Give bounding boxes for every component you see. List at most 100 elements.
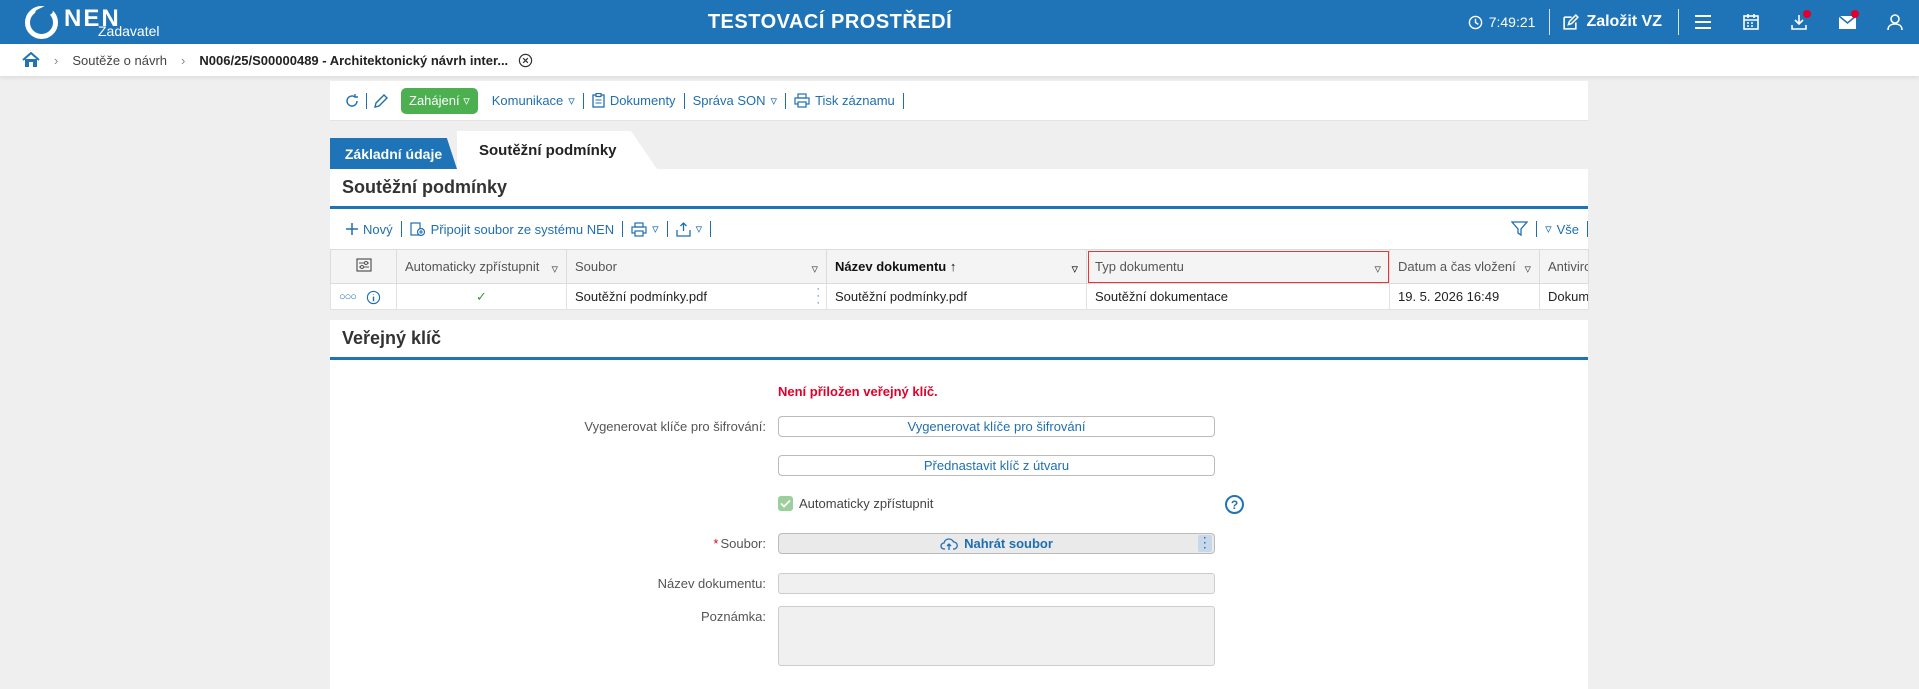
home-icon[interactable]	[22, 52, 40, 68]
column-label: Antiviro	[1548, 259, 1589, 274]
print-record-label: Tisk záznamu	[815, 93, 895, 108]
documents-button[interactable]: Dokumenty	[584, 93, 684, 108]
help-icon[interactable]: ?	[1225, 495, 1244, 514]
triangle-down-icon[interactable]: ▿	[1374, 261, 1381, 277]
messages-button[interactable]	[1823, 0, 1871, 44]
main-panel: Zahájení ▿ Komunikace ▿ Dokumenty Správa …	[330, 81, 1589, 689]
kebab-menu-icon[interactable]: · · ·	[1198, 534, 1212, 554]
cell-auto-access: ✓	[396, 283, 567, 310]
triangle-down-icon: ▿	[770, 92, 778, 108]
info-icon[interactable]	[366, 290, 381, 305]
cell-antivirus: Dokume	[1539, 283, 1589, 310]
view-all-menu[interactable]: ▿ Vše	[1537, 221, 1587, 237]
close-circle-icon[interactable]	[518, 53, 533, 68]
triangle-down-icon[interactable]: ▿	[1071, 261, 1078, 277]
column-header-auto-access[interactable]: Automaticky zpřístupnit ▿	[396, 249, 567, 284]
breadcrumb: › Soutěže o návrh › N006/25/S00000489 - …	[0, 44, 1919, 76]
clipboard-icon	[592, 93, 605, 108]
table-row[interactable]: ○○○ ✓ Soutěžní podmínky.pdf · · · Soutěžní…	[330, 283, 1589, 310]
menu-button[interactable]	[1679, 0, 1727, 44]
new-button[interactable]: Nový	[338, 222, 401, 237]
downloads-button[interactable]	[1775, 0, 1823, 44]
attach-from-nen-button[interactable]: Připojit soubor ze systému NEN	[402, 222, 623, 237]
breadcrumb-current: N006/25/S00000489 - Architektonický návr…	[199, 52, 509, 68]
triangle-down-icon[interactable]: ▿	[551, 261, 558, 277]
export-icon	[676, 221, 691, 237]
calendar-icon	[1743, 14, 1759, 30]
preset-key-row: Přednastavit klíč z útvaru	[330, 455, 1588, 477]
upload-file-button[interactable]: Nahrát soubor · · ·	[778, 533, 1215, 554]
column-label: Automaticky zpřístupnit	[405, 259, 540, 274]
divider	[366, 92, 367, 109]
conditions-title: Soutěžní podmínky	[330, 169, 1588, 209]
cell-upload-date: 19. 5. 2026 16:49	[1389, 283, 1540, 310]
conditions-section: Soutěžní podmínky Nový Připojit soubor z…	[330, 169, 1589, 310]
upload-file-label: Nahrát soubor	[964, 536, 1053, 551]
pencil-icon[interactable]	[373, 93, 389, 109]
document-name-input[interactable]	[778, 573, 1215, 594]
auto-access-label: Automaticky zpřístupnit	[799, 496, 934, 511]
column-header-antivirus[interactable]: Antiviro	[1539, 249, 1589, 284]
breadcrumb-contests[interactable]: Soutěže o návrh	[72, 53, 167, 68]
clock-icon	[1468, 15, 1483, 29]
hamburger-icon	[1695, 15, 1711, 29]
public-key-section: Veřejný klíč Není přiložen veřejný klíč.…	[330, 320, 1588, 689]
column-settings-header[interactable]	[330, 249, 397, 284]
calendar-button[interactable]	[1727, 0, 1775, 44]
print-record-button[interactable]: Tisk záznamu	[786, 93, 903, 108]
documents-label: Dokumenty	[609, 93, 676, 108]
column-settings-icon	[355, 258, 372, 272]
kebab-menu-icon[interactable]: · · ·	[816, 285, 820, 309]
filter-icon[interactable]	[1511, 221, 1529, 237]
print-menu[interactable]: ▿	[623, 221, 667, 237]
printer-icon	[794, 93, 810, 108]
triangle-down-icon[interactable]: ▿	[1524, 261, 1531, 277]
column-header-file[interactable]: Soubor ▿	[566, 249, 827, 284]
communication-label: Komunikace	[491, 93, 564, 108]
grid-toolbar-right: ▿ Vše	[1511, 209, 1588, 249]
triangle-down-icon: ▿	[652, 221, 659, 236]
environment-title: TESTOVACÍ PROSTŘEDÍ	[707, 11, 953, 33]
create-contract-label: Založit VZ	[1586, 13, 1662, 30]
son-label: Správa SON	[692, 93, 766, 108]
generate-keys-row: Vygenerovat klíče pro šifrování: Vygener…	[330, 416, 1588, 438]
auto-access-checkbox[interactable]: Automaticky zpřístupnit	[778, 496, 933, 511]
new-label: Nový	[363, 221, 393, 237]
create-contract-button[interactable]: Založit VZ	[1550, 13, 1678, 31]
tab-contest-conditions[interactable]: Soutěžní podmínky	[457, 131, 657, 169]
start-button[interactable]: Zahájení ▿	[401, 87, 478, 114]
sort-up-icon: ↑	[949, 259, 957, 274]
generate-keys-label: Vygenerovat klíče pro šifrování:	[584, 419, 766, 434]
cell-file[interactable]: Soutěžní podmínky.pdf · · ·	[566, 283, 827, 310]
tab-bar: Základní údaje Soutěžní podmínky	[330, 131, 1588, 169]
edit-icon	[1563, 13, 1580, 30]
column-header-upload-date[interactable]: Datum a čas vložení ▿	[1389, 249, 1540, 284]
top-bar: NEN Zadavatel TESTOVACÍ PROSTŘEDÍ 7:49:2…	[0, 0, 1919, 44]
column-header-document-name[interactable]: Název dokumentu ↑ ▿	[826, 249, 1087, 284]
notification-dot	[1851, 10, 1859, 18]
export-menu[interactable]: ▿	[668, 221, 711, 237]
conditions-table: Automaticky zpřístupnit ▿ Soubor ▿ Název d…	[330, 249, 1589, 310]
column-header-document-type[interactable]: Typ dokumentu ▿	[1086, 249, 1390, 284]
communication-menu[interactable]: Komunikace ▿	[484, 93, 583, 109]
cell-file-text: Soutěžní podmínky.pdf	[575, 289, 708, 304]
generate-keys-button[interactable]: Vygenerovat klíče pro šifrování	[778, 416, 1215, 437]
triangle-down-icon: ▿	[695, 221, 703, 236]
attach-label: Připojit soubor ze systému NEN	[430, 221, 615, 237]
divider	[710, 221, 712, 237]
note-label: Poznámka:	[700, 609, 766, 624]
printer-icon	[631, 221, 647, 237]
son-menu[interactable]: Správa SON ▿	[685, 93, 786, 109]
clock-value: 7:49:21	[1488, 14, 1536, 30]
row-actions: ○○○	[330, 283, 397, 310]
triangle-down-icon[interactable]: ▿	[811, 261, 818, 277]
tab-basic-info[interactable]: Základní údaje	[330, 138, 457, 169]
refresh-icon[interactable]	[344, 93, 360, 109]
public-key-title: Veřejný klíč	[330, 320, 1588, 360]
missing-key-warning: Není přiložen veřejný klíč.	[778, 384, 938, 399]
note-textarea[interactable]	[778, 606, 1215, 666]
cell-document-name: Soutěžní podmínky.pdf	[826, 283, 1087, 310]
user-button[interactable]	[1871, 0, 1919, 44]
preset-key-button[interactable]: Přednastavit klíč z útvaru	[778, 455, 1215, 476]
more-options-icon[interactable]: ○○○	[339, 291, 357, 303]
